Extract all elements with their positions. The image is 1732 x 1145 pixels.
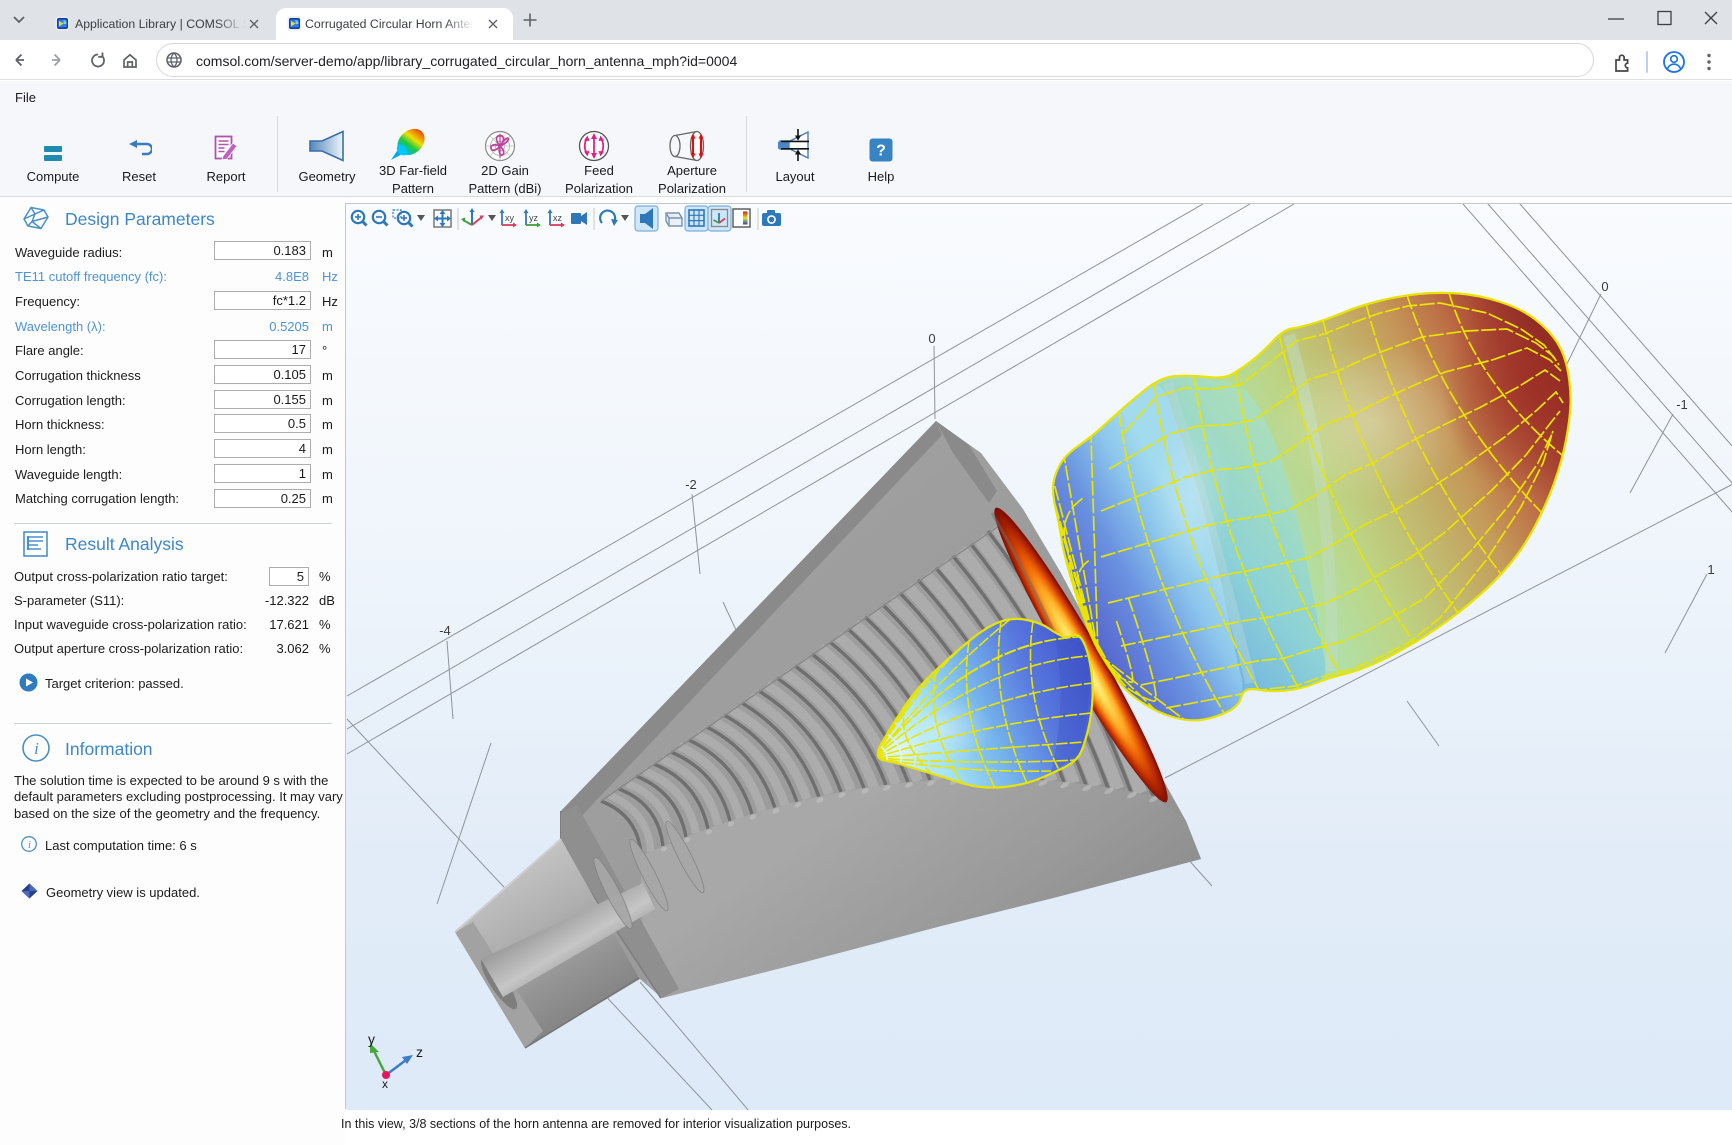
svg-text:1: 1: [1707, 562, 1714, 577]
svg-text:0: 0: [1601, 279, 1608, 294]
svg-text:-1: -1: [1676, 397, 1688, 412]
svg-text:i: i: [34, 739, 39, 758]
svg-text:0: 0: [928, 331, 935, 346]
svg-text:yz: yz: [529, 213, 539, 223]
svg-text:?: ?: [876, 143, 886, 160]
svg-text:xy: xy: [505, 213, 515, 223]
svg-text:-2: -2: [685, 477, 697, 492]
svg-text:-4: -4: [439, 623, 451, 638]
svg-text:x: x: [382, 1077, 388, 1091]
svg-text:xz: xz: [553, 213, 563, 223]
svg-text:i: i: [28, 840, 31, 851]
svg-text:y: y: [368, 1031, 375, 1047]
svg-text:z: z: [416, 1044, 423, 1060]
